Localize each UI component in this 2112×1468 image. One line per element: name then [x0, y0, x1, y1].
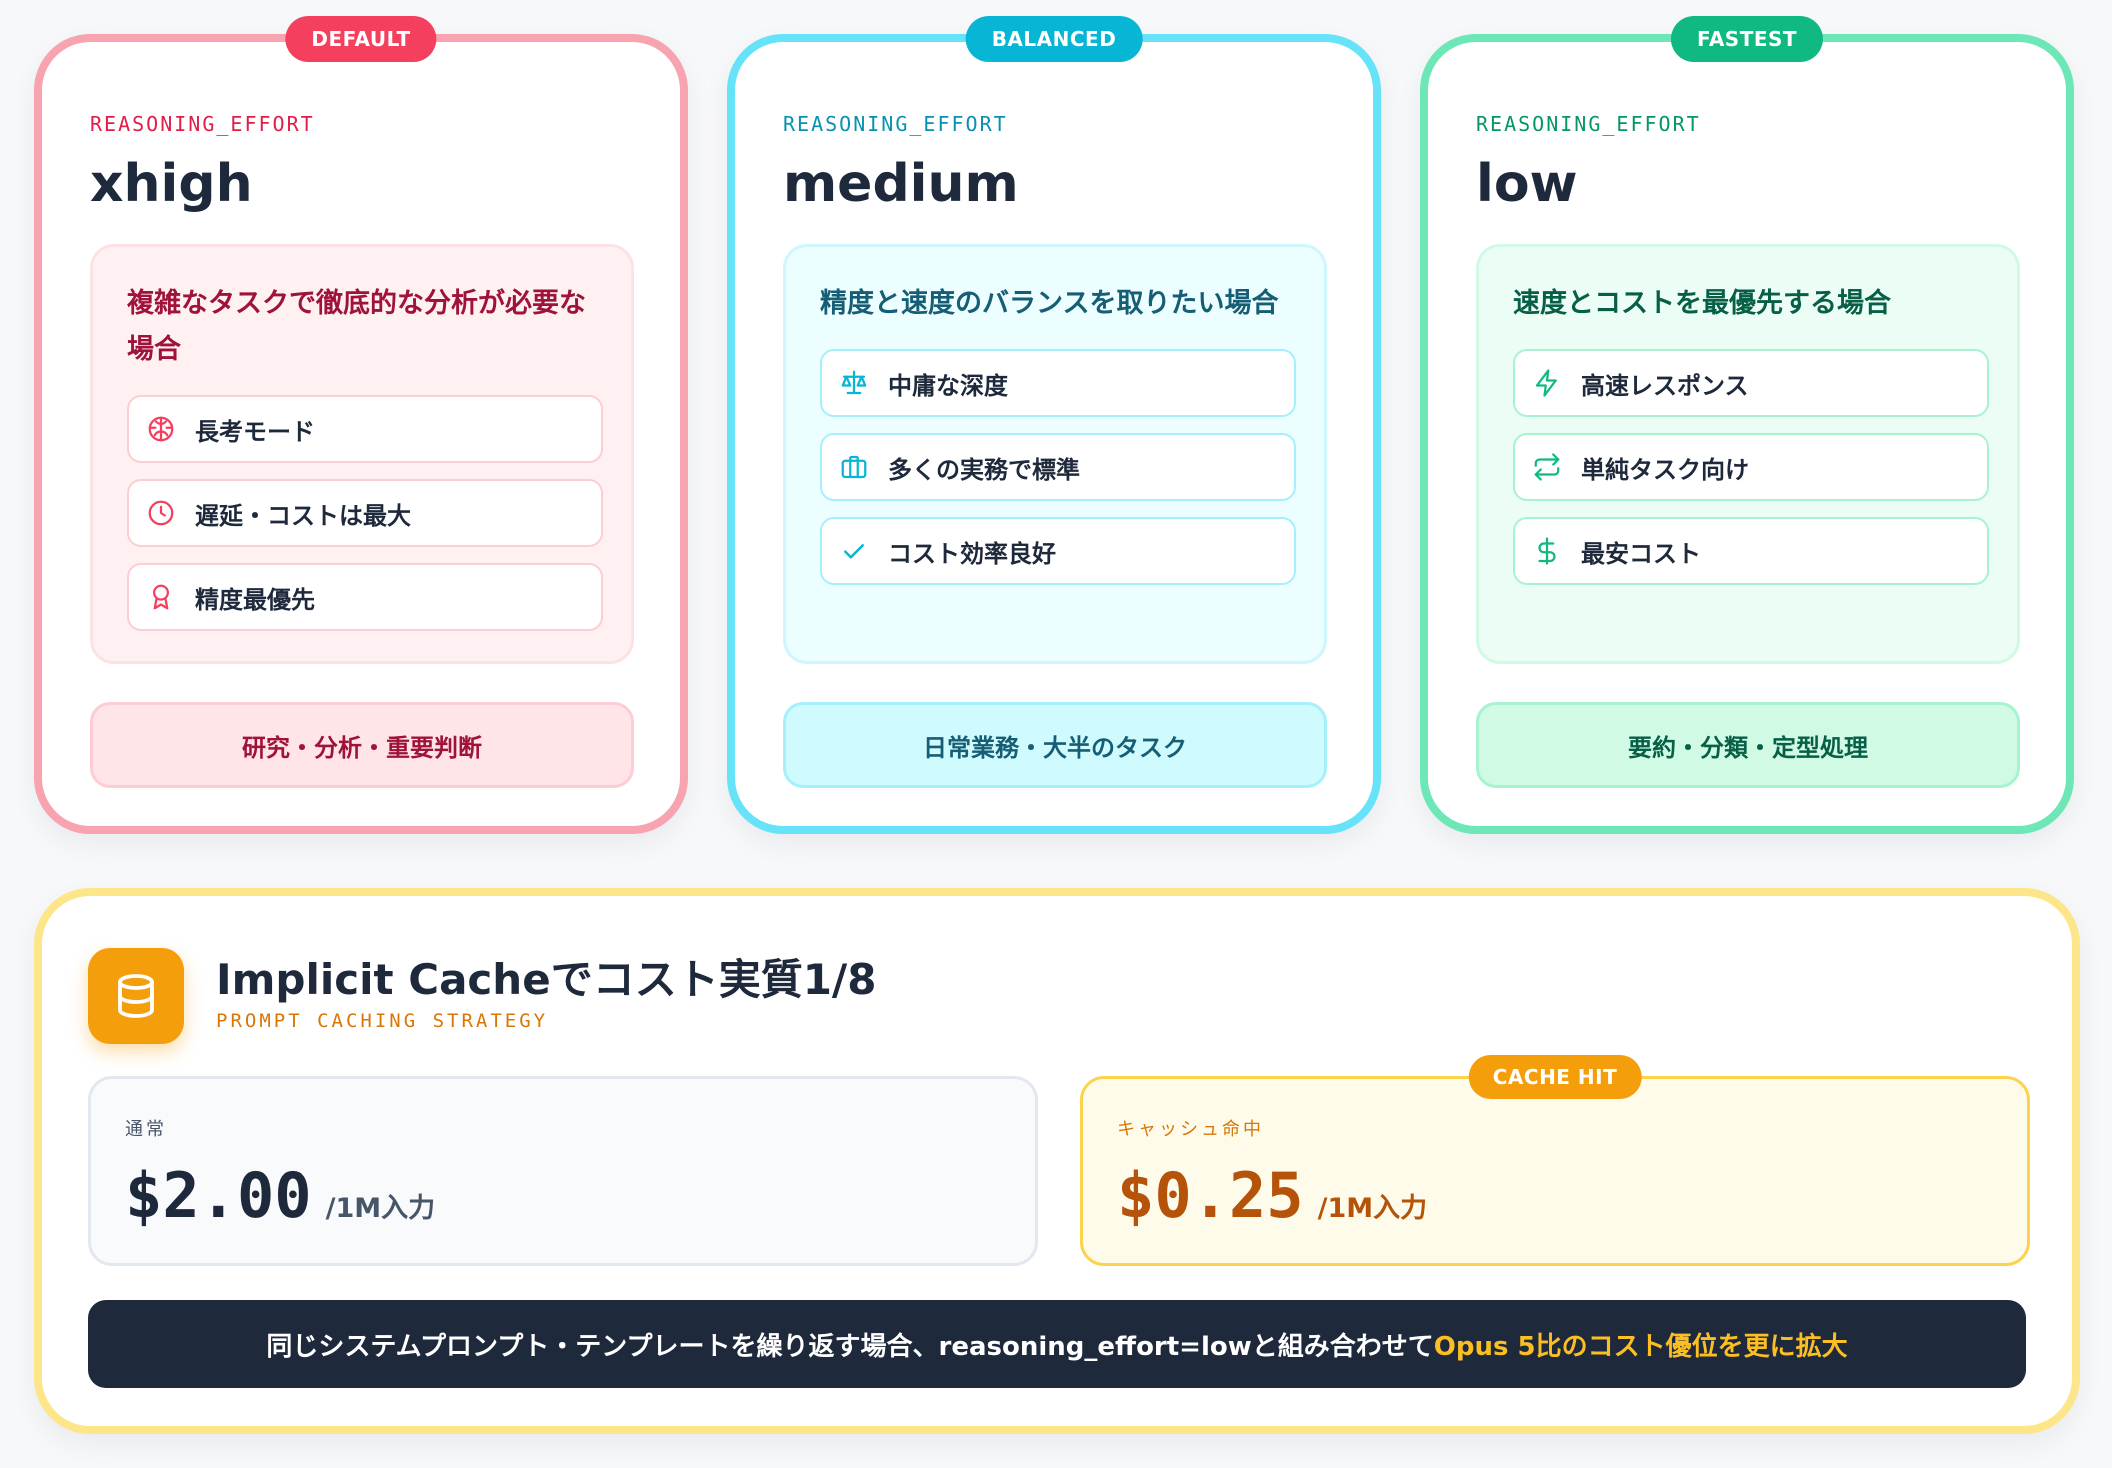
description-text: 精度と速度のバランスを取りたい場合: [820, 288, 1279, 319]
note-text: 同じシステムプロンプト・テンプレートを繰り返す場合、reasoning_effo…: [266, 1331, 1434, 1362]
description-text: 速度とコストを最優先する場合: [1513, 288, 1891, 319]
feature-item: 最安コスト: [1513, 517, 1989, 585]
feature-label: 単純タスク向け: [1581, 455, 1749, 484]
card-eyebrow: REASONING_EFFORT: [90, 112, 315, 136]
feature-label: コスト効率良好: [888, 539, 1056, 568]
repeat-icon: [1531, 451, 1563, 483]
price-unit: /1M入力: [325, 1193, 436, 1224]
effort-card-low: FASTEST REASONING_EFFORT low 速度とコストを最優先す…: [1420, 16, 2074, 834]
briefcase-icon: [838, 451, 870, 483]
description-panel: 複雑なタスクで徹底的な分析が必要な場合 長考モード 遅延・コストは最大 精度最優…: [90, 244, 634, 664]
feature-label: 長考モード: [195, 417, 315, 446]
note-highlight: Opus 5比のコスト優位を更に拡大: [1433, 1331, 1848, 1362]
cache-title: Implicit Cacheでコスト実質1/8: [216, 955, 877, 1004]
feature-item: 遅延・コストは最大: [127, 479, 603, 547]
price-row: $0.25 /1M入力: [1117, 1159, 1427, 1232]
feature-label: 多くの実務で標準: [888, 455, 1080, 484]
default-badge: DEFAULT: [285, 16, 437, 62]
cache-subtitle: PROMPT CACHING STRATEGY: [216, 1010, 549, 1032]
card-eyebrow: REASONING_EFFORT: [783, 112, 1008, 136]
price-row: $2.00 /1M入力: [125, 1159, 435, 1232]
feature-item: 長考モード: [127, 395, 603, 463]
feature-label: 精度最優先: [195, 585, 315, 614]
use-case-label: 研究・分析・重要判断: [90, 702, 634, 788]
cache-note-bar: 同じシステムプロンプト・テンプレートを繰り返す場合、reasoning_effo…: [88, 1300, 2026, 1388]
card-eyebrow: REASONING_EFFORT: [1476, 112, 1701, 136]
description-panel: 速度とコストを最優先する場合 高速レスポンス 単純タスク向け 最安コスト: [1476, 244, 2020, 664]
normal-price-box: 通常 $2.00 /1M入力: [88, 1076, 1038, 1266]
effort-level-title: medium: [783, 154, 1019, 214]
price-label: 通常: [125, 1119, 167, 1140]
fastest-badge: FASTEST: [1670, 16, 1824, 62]
price-unit: /1M入力: [1317, 1193, 1428, 1224]
effort-card-medium: BALANCED REASONING_EFFORT medium 精度と速度のバ…: [727, 16, 1381, 834]
effort-level-title: low: [1476, 154, 1578, 214]
dollar-icon: [1531, 535, 1563, 567]
feature-item: コスト効率良好: [820, 517, 1296, 585]
zap-icon: [1531, 367, 1563, 399]
cache-hit-badge: CACHE HIT: [1468, 1055, 1642, 1099]
feature-label: 遅延・コストは最大: [195, 501, 411, 530]
feature-label: 中庸な深度: [888, 371, 1008, 400]
feature-item: 単純タスク向け: [1513, 433, 1989, 501]
use-case-label: 要約・分類・定型処理: [1476, 702, 2020, 788]
balanced-badge: BALANCED: [965, 16, 1143, 62]
database-icon: [88, 948, 184, 1044]
price-label: キャッシュ命中: [1117, 1119, 1264, 1140]
effort-card-xhigh: DEFAULT REASONING_EFFORT xhigh 複雑なタスクで徹底…: [34, 16, 688, 834]
price-value: $2.00: [125, 1159, 312, 1232]
price-value: $0.25: [1117, 1159, 1304, 1232]
description-panel: 精度と速度のバランスを取りたい場合 中庸な深度 多くの実務で標準 コスト効率良好: [783, 244, 1327, 664]
feature-label: 高速レスポンス: [1581, 371, 1749, 400]
feature-item: 高速レスポンス: [1513, 349, 1989, 417]
scale-icon: [838, 367, 870, 399]
clock-icon: [145, 497, 177, 529]
brain-icon: [145, 413, 177, 445]
use-case-label: 日常業務・大半のタスク: [783, 702, 1327, 788]
cache-hit-price-box: CACHE HIT キャッシュ命中 $0.25 /1M入力: [1080, 1055, 2030, 1266]
feature-label: 最安コスト: [1581, 539, 1701, 568]
effort-level-title: xhigh: [90, 154, 253, 214]
check-icon: [838, 535, 870, 567]
award-icon: [145, 581, 177, 613]
implicit-cache-panel: Implicit Cacheでコスト実質1/8 PROMPT CACHING S…: [34, 888, 2080, 1434]
feature-item: 精度最優先: [127, 563, 603, 631]
feature-item: 多くの実務で標準: [820, 433, 1296, 501]
description-text: 複雑なタスクで徹底的な分析が必要な場合: [127, 288, 586, 365]
feature-item: 中庸な深度: [820, 349, 1296, 417]
